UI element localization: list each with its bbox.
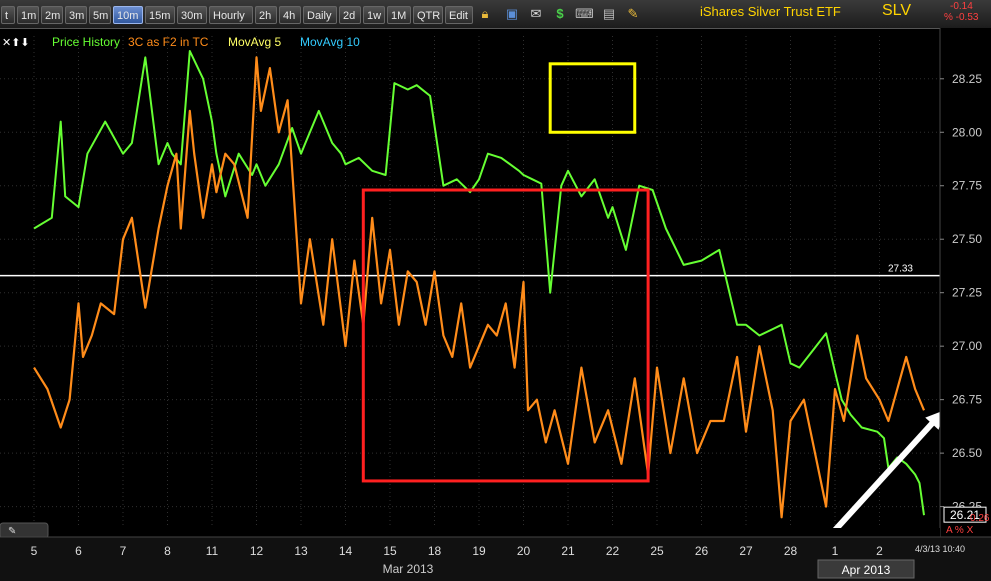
- x-tick-label: 27: [739, 544, 753, 558]
- yellow-highlight-box: [548, 62, 637, 134]
- timeframe-2m[interactable]: 2m: [41, 6, 63, 24]
- x-tick-label: 15: [383, 544, 397, 558]
- timeframe-4h[interactable]: 4h: [279, 6, 301, 24]
- timeframe-1m[interactable]: 1M: [387, 6, 411, 24]
- y-tick-label: 27.50: [952, 232, 982, 246]
- x-tick-label: 18: [428, 544, 442, 558]
- x-tick-label: 13: [294, 544, 308, 558]
- y-tick-label: 26.75: [952, 393, 982, 407]
- scroll-handle-icon: ✎: [8, 526, 16, 537]
- timeframe-edit[interactable]: Edit: [445, 6, 473, 24]
- x-tick-label: 12: [250, 544, 264, 558]
- timeframe-hourly[interactable]: Hourly: [209, 6, 253, 24]
- x-tick-label: 19: [472, 544, 486, 558]
- email-icon[interactable]: ✉: [527, 5, 545, 23]
- y-tick-label: 27.75: [952, 179, 982, 193]
- x-tick-label: 22: [606, 544, 620, 558]
- price-change: -0.14: [950, 1, 973, 12]
- y-tick-label: 28.00: [952, 125, 982, 139]
- legend-item-2: 3C as F2 in TC: [128, 35, 209, 49]
- x-tick-label: 11: [206, 544, 219, 558]
- lower-panel-marks: A % X: [946, 525, 974, 536]
- timeframe-2d[interactable]: 2d: [339, 6, 361, 24]
- pencil-icon[interactable]: ✎: [624, 5, 642, 23]
- grid-icon[interactable]: ▤: [600, 5, 618, 23]
- dollar-icon[interactable]: $: [551, 5, 569, 23]
- timeframe-30m[interactable]: 30m: [177, 6, 207, 24]
- symbol-name: iShares Silver Trust ETF: [700, 4, 841, 19]
- y-tick-label: 28.25: [952, 72, 982, 86]
- percent-change: % -0.53: [944, 12, 979, 23]
- reference-line-label: 27.33: [888, 264, 913, 275]
- month-label-active: Apr 2013: [842, 563, 891, 577]
- save-icon[interactable]: ▣: [503, 5, 521, 23]
- x-tick-label: 25: [650, 544, 664, 558]
- x-tick-label: 2: [876, 544, 883, 558]
- timeframe-15m[interactable]: 15m: [145, 6, 175, 24]
- timeframe-t[interactable]: t: [1, 6, 15, 24]
- timeframe-3m[interactable]: 3m: [65, 6, 87, 24]
- x-tick-label: 21: [561, 544, 575, 558]
- y-tick-label: 27.25: [952, 286, 982, 300]
- x-tick-label: 7: [120, 544, 127, 558]
- legend-item-4: MovAvg 10: [300, 35, 360, 49]
- x-tick-label: 5: [31, 544, 38, 558]
- timeframe-daily[interactable]: Daily: [303, 6, 337, 24]
- ticker-symbol: SLV: [882, 2, 912, 19]
- lower-panel-value: 0.26: [970, 513, 990, 524]
- timeframe-1w[interactable]: 1w: [363, 6, 385, 24]
- x-tick-label: 8: [164, 544, 171, 558]
- timeframe-1m[interactable]: 1m: [17, 6, 39, 24]
- timeframe-5m[interactable]: 5m: [89, 6, 111, 24]
- x-tick-label: 6: [75, 544, 82, 558]
- x-tick-label: 26: [695, 544, 709, 558]
- timeframe-10m[interactable]: 10m: [113, 6, 143, 24]
- y-tick-label: 26.50: [952, 446, 982, 460]
- legend-item-1: Price History: [52, 35, 120, 49]
- price-chart: ✕⬆⬇ Price History 3C as F2 in TC MovAvg 5 Mo…: [0, 28, 991, 581]
- timestamp-label: 4/3/13 10:40: [915, 544, 965, 554]
- timeframe-qtr[interactable]: QTR: [413, 6, 443, 24]
- month-label: Mar 2013: [383, 562, 434, 576]
- timeframe-2h[interactable]: 2h: [255, 6, 277, 24]
- x-tick-label: 1: [832, 544, 839, 558]
- x-tick-label: 28: [784, 544, 798, 558]
- red-highlight-box: [361, 188, 650, 483]
- y-tick-label: 27.00: [952, 339, 982, 353]
- keyboard-icon[interactable]: ⌨: [575, 5, 594, 23]
- legend-item-3: MovAvg 5: [228, 35, 281, 49]
- lock-icon[interactable]: 🔒︎: [476, 5, 494, 23]
- toolbar: t 1m 2m 3m 5m 10m 15m 30m Hourly 2h 4h Daily 2d 1w 1M Q…: [0, 0, 991, 29]
- x-tick-label: 20: [517, 544, 531, 558]
- x-tick-label: 14: [339, 544, 353, 558]
- legend-arrows: ✕⬆⬇: [2, 37, 30, 49]
